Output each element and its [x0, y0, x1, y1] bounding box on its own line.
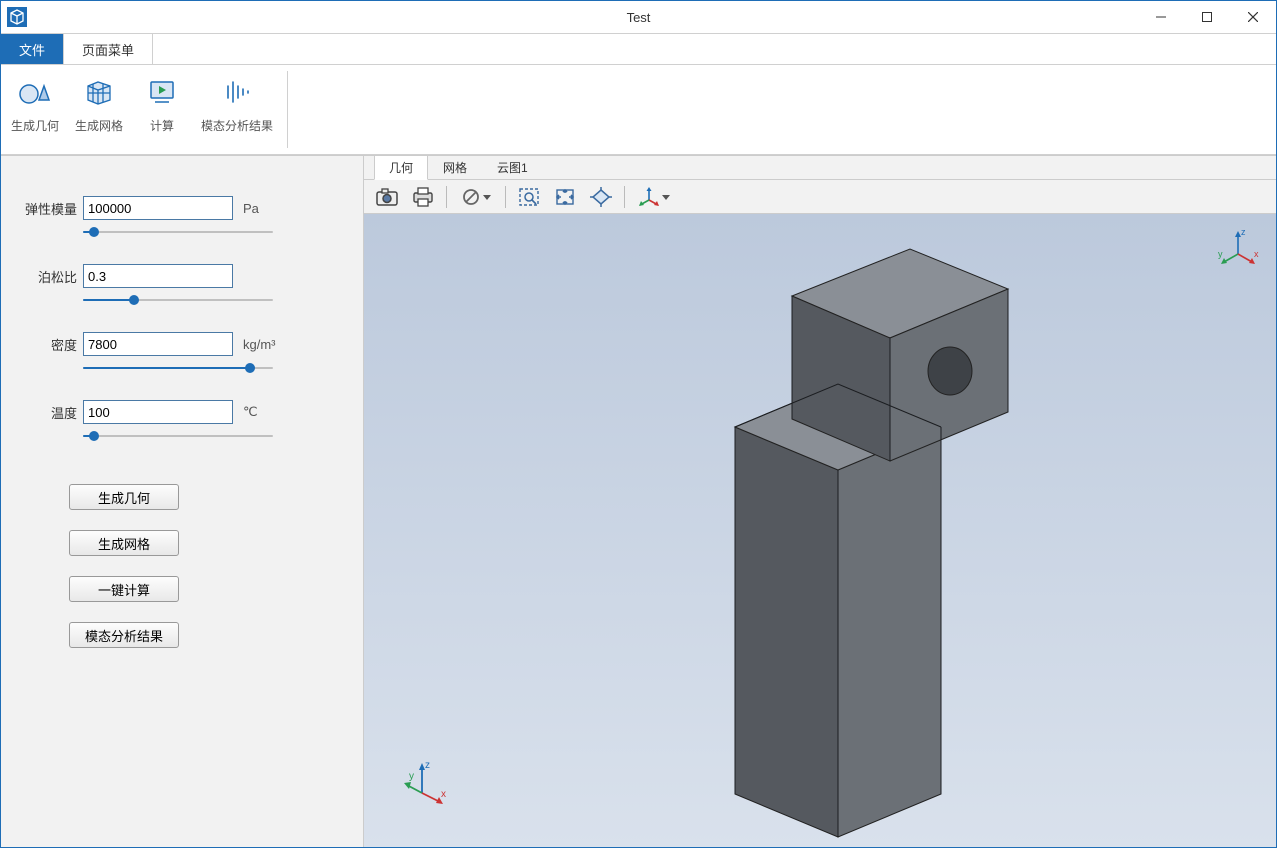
svg-text:y: y — [1218, 249, 1223, 259]
titlebar: Test — [1, 1, 1276, 33]
zoom-extents-button[interactable] — [550, 183, 580, 211]
results-button[interactable]: 模态分析结果 — [69, 622, 179, 648]
solid-model — [620, 221, 1020, 841]
results-icon — [220, 73, 254, 111]
density-slider[interactable] — [83, 360, 273, 376]
ribbon-results[interactable]: 模态分析结果 — [199, 71, 275, 148]
gen-mesh-button[interactable]: 生成网格 — [69, 530, 179, 556]
global-axis-triad: z y x — [1218, 226, 1262, 270]
ribbon-label: 计算 — [150, 117, 174, 134]
temperature-label: 温度 — [21, 403, 77, 422]
ribbon-gen-geometry[interactable]: 生成几何 — [9, 71, 61, 148]
elastic-modulus-label: 弹性模量 — [21, 199, 77, 218]
viewer-tabs: 几何 网格 云图1 — [364, 156, 1276, 180]
no-select-icon — [461, 187, 481, 207]
svg-text:x: x — [1254, 249, 1259, 259]
temperature-input[interactable] — [83, 400, 233, 424]
maximize-button[interactable] — [1184, 1, 1230, 33]
zoom-box-button[interactable] — [514, 183, 544, 211]
properties-sidebar: 弹性模量 Pa 泊松比 密度 k — [1, 156, 364, 847]
camera-icon — [376, 187, 398, 207]
density-unit: kg/m³ — [243, 337, 276, 352]
poisson-ratio-label: 泊松比 — [21, 267, 77, 286]
poisson-ratio-input[interactable] — [83, 264, 233, 288]
ribbon-label: 模态分析结果 — [201, 117, 273, 134]
density-label: 密度 — [21, 335, 77, 354]
dropdown-caret-icon — [483, 193, 491, 201]
svg-text:y: y — [409, 771, 414, 782]
svg-text:z: z — [1241, 227, 1246, 237]
dropdown-caret-icon — [662, 193, 670, 201]
elastic-modulus-unit: Pa — [243, 201, 259, 216]
elastic-modulus-input[interactable] — [83, 196, 233, 220]
temperature-unit: ℃ — [243, 404, 258, 420]
geometry-icon — [17, 73, 53, 111]
ribbon-compute[interactable]: 计算 — [137, 71, 187, 148]
ribbon-gen-mesh[interactable]: 生成网格 — [73, 71, 125, 148]
zoom-extents-icon — [554, 187, 576, 207]
ribbon: 生成几何 生成网格 — [1, 65, 1276, 155]
local-axis-triad: z y x — [404, 757, 454, 807]
app-icon — [7, 7, 27, 27]
view-orientation-dropdown[interactable] — [633, 183, 675, 211]
svg-text:x: x — [441, 789, 446, 800]
menu-bar: 文件 页面菜单 — [1, 33, 1276, 65]
zoom-selected-button[interactable] — [586, 183, 616, 211]
viewer-tab-geometry[interactable]: 几何 — [374, 155, 428, 180]
compute-icon — [145, 73, 179, 111]
svg-text:z: z — [425, 760, 430, 771]
menu-tab-page[interactable]: 页面菜单 — [64, 34, 153, 64]
poisson-ratio-slider[interactable] — [83, 292, 273, 308]
axis-triad-icon — [638, 186, 660, 208]
mesh-icon — [82, 73, 116, 111]
minimize-button[interactable] — [1138, 1, 1184, 33]
ribbon-label: 生成几何 — [11, 117, 59, 134]
zoom-selected-icon — [590, 187, 612, 207]
zoom-box-icon — [518, 187, 540, 207]
screenshot-button[interactable] — [372, 183, 402, 211]
viewer-tab-contour1[interactable]: 云图1 — [482, 155, 543, 179]
gen-geometry-button[interactable]: 生成几何 — [69, 484, 179, 510]
viewer-toolbar — [364, 180, 1276, 214]
viewer-tab-mesh[interactable]: 网格 — [428, 155, 482, 179]
elastic-modulus-slider[interactable] — [83, 224, 273, 240]
window-title: Test — [1, 10, 1276, 25]
ribbon-label: 生成网格 — [75, 117, 123, 134]
density-input[interactable] — [83, 332, 233, 356]
close-button[interactable] — [1230, 1, 1276, 33]
menu-tab-file[interactable]: 文件 — [1, 34, 64, 64]
printer-icon — [412, 187, 434, 207]
selection-filter-dropdown[interactable] — [455, 183, 497, 211]
compute-button[interactable]: 一键计算 — [69, 576, 179, 602]
print-button[interactable] — [408, 183, 438, 211]
3d-canvas[interactable]: z y x — [364, 214, 1276, 847]
temperature-slider[interactable] — [83, 428, 273, 444]
viewer-panel: 几何 网格 云图1 — [364, 156, 1276, 847]
